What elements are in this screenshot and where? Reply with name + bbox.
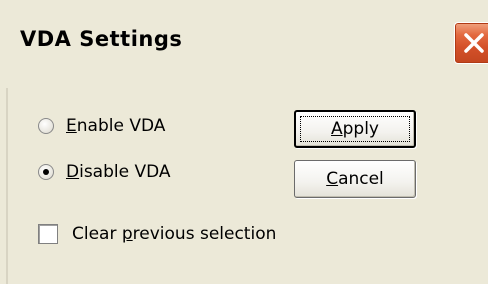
cancel-button-label: Cancel xyxy=(326,169,384,189)
enable-vda-radio[interactable] xyxy=(38,118,54,134)
clear-previous-selection-checkbox[interactable] xyxy=(38,224,58,244)
disable-vda-radio[interactable] xyxy=(38,164,54,180)
title-bar[interactable]: VDA Settings xyxy=(0,0,488,88)
clear-previous-selection-option[interactable]: Clear previous selection xyxy=(38,222,276,246)
disable-vda-label[interactable]: Disable VDA xyxy=(66,162,171,182)
clear-previous-selection-label[interactable]: Clear previous selection xyxy=(72,224,276,244)
apply-button-label: Apply xyxy=(330,119,379,139)
window-frame-edge xyxy=(0,88,8,284)
close-button[interactable] xyxy=(454,22,488,64)
enable-vda-option[interactable]: Enable VDA xyxy=(38,114,165,138)
disable-vda-option[interactable]: Disable VDA xyxy=(38,160,171,184)
close-icon xyxy=(464,33,484,53)
enable-vda-label[interactable]: Enable VDA xyxy=(66,116,165,136)
apply-button[interactable]: Apply xyxy=(294,110,416,148)
cancel-button[interactable]: Cancel xyxy=(294,160,416,198)
dialog-window: VDA Settings Enable VDA Disable VDA Appl… xyxy=(0,0,488,284)
window-title: VDA Settings xyxy=(20,27,183,51)
